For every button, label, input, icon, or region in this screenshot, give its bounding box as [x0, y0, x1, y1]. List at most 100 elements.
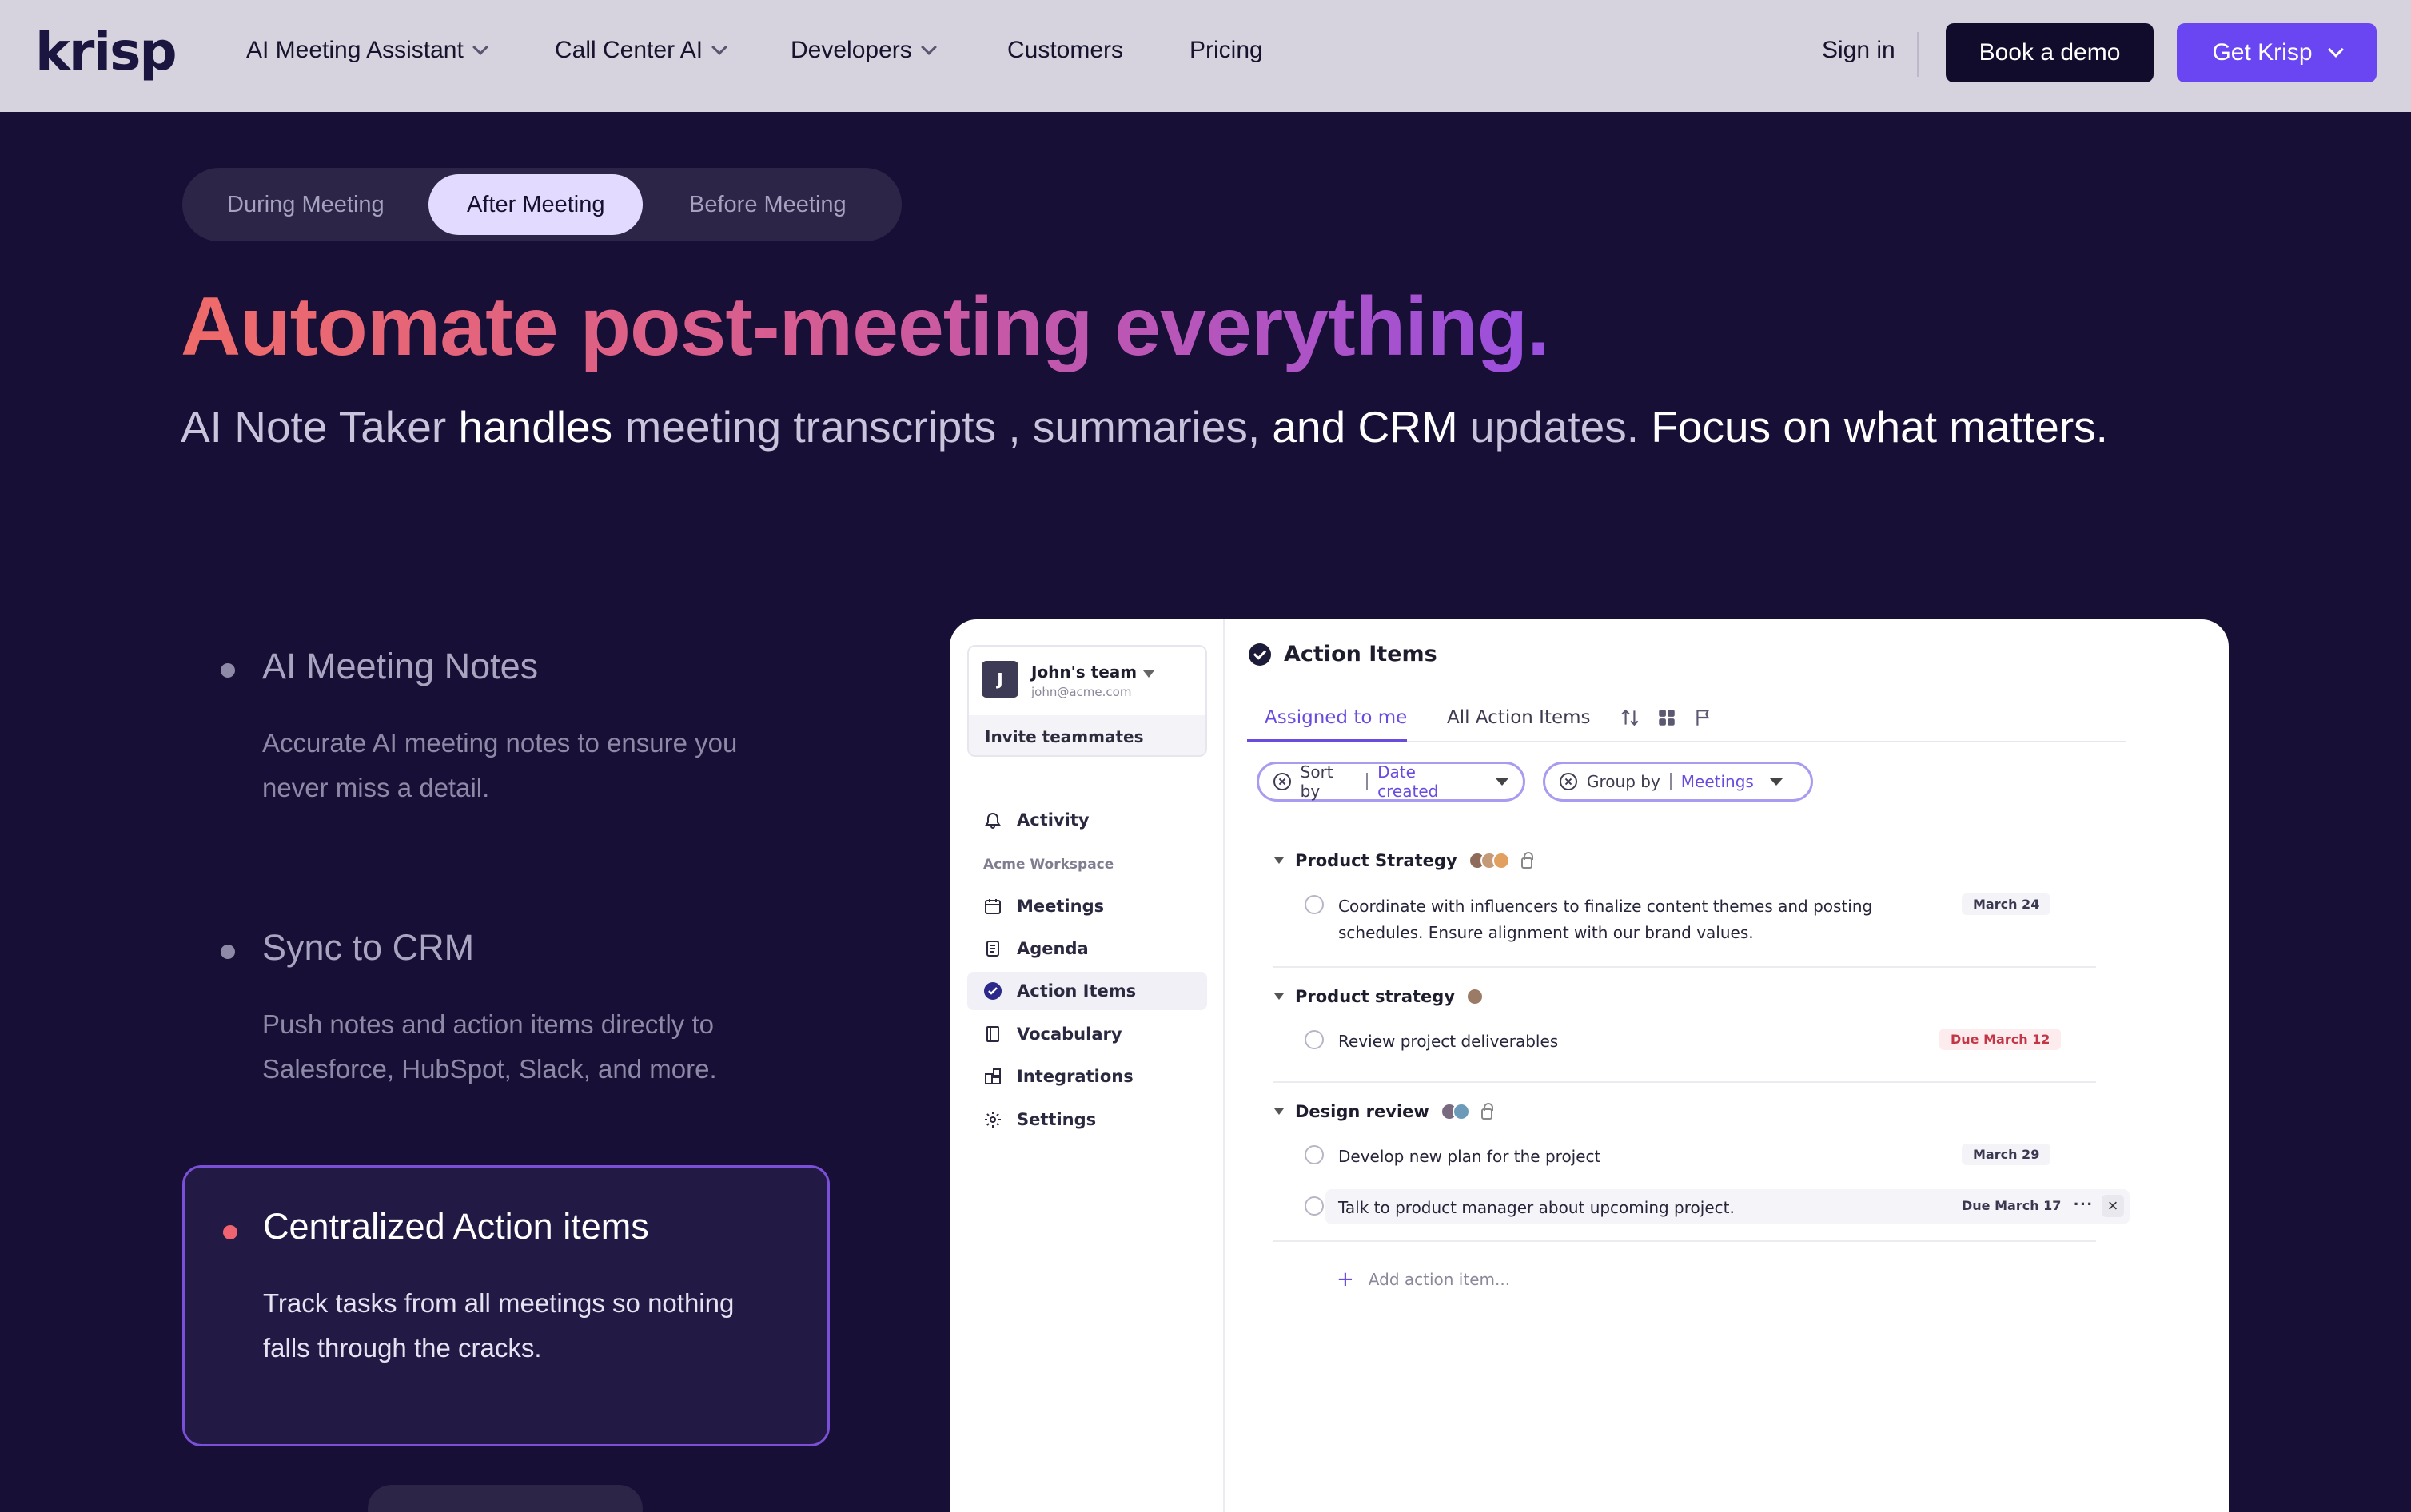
bell-icon	[983, 810, 1002, 830]
chevron-down-icon	[2327, 42, 2344, 58]
book-icon	[983, 1025, 1002, 1044]
group-header-product-strategy-2[interactable]: Product strategy	[1274, 987, 1484, 1006]
nav-ai-meeting-assistant[interactable]: AI Meeting Assistant	[246, 37, 488, 64]
collapse-triangle-icon[interactable]	[1274, 993, 1284, 1000]
subtitle-emphasis: and CRM	[1272, 402, 1458, 452]
tab-during-meeting[interactable]: During Meeting	[227, 168, 385, 241]
action-items-main: Action Items Assigned to me All Action I…	[1225, 619, 2229, 1512]
sidebar-item-agenda[interactable]: Agenda	[967, 929, 1207, 968]
complete-radio[interactable]	[1305, 1145, 1324, 1164]
filter-label: Group by	[1587, 772, 1660, 791]
participant-avatars	[1440, 1103, 1470, 1120]
check-circle-icon	[1249, 643, 1271, 666]
feature-centralized-action-items[interactable]: Centralized Action items Track tasks fro…	[182, 1165, 830, 1446]
sidebar-label: Agenda	[1017, 939, 1089, 958]
book-demo-button[interactable]: Book a demo	[1946, 23, 2154, 82]
tab-after-meeting[interactable]: After Meeting	[428, 174, 644, 235]
caret-down-icon	[1769, 778, 1783, 786]
sidebar-item-action-items[interactable]: Action Items	[967, 972, 1207, 1010]
chevron-down-icon	[711, 39, 727, 55]
subtitle-emphasis: Focus on what matters.	[1651, 402, 2108, 452]
get-krisp-label: Get Krisp	[2212, 39, 2313, 66]
sidebar-item-activity[interactable]: Activity	[967, 801, 1207, 839]
action-item-text: Develop new plan for the project	[1338, 1147, 1601, 1166]
complete-radio[interactable]	[1305, 1196, 1324, 1216]
chevron-down-icon	[920, 39, 937, 55]
add-action-item-label: Add action item...	[1368, 1270, 1511, 1289]
page-title: Action Items	[1249, 642, 1437, 666]
invite-teammates-button[interactable]: Invite teammates	[969, 715, 1206, 755]
collapse-triangle-icon[interactable]	[1274, 1108, 1284, 1115]
team-avatar: J	[982, 661, 1018, 698]
caret-down-icon	[1496, 778, 1508, 786]
lock-icon	[1520, 852, 1533, 869]
sidebar-label: Settings	[1017, 1110, 1097, 1129]
due-date-badge: March 29	[1962, 1144, 2051, 1165]
avatar	[1466, 988, 1484, 1005]
chevron-down-icon	[472, 39, 488, 55]
tab-assigned-to-me[interactable]: Assigned to me	[1265, 707, 1407, 728]
sidebar-item-settings[interactable]: Settings	[967, 1100, 1207, 1139]
sidebar-label: Activity	[1017, 810, 1090, 830]
subtitle-part: updates.	[1457, 402, 1652, 452]
nav-label: AI Meeting Assistant	[246, 37, 464, 63]
sidebar-item-activity[interactable]	[967, 1415, 1207, 1454]
participant-avatars	[1468, 852, 1510, 869]
grid-view-icon[interactable]	[1656, 707, 1677, 728]
filter-label: Sort by	[1300, 762, 1333, 801]
tab-before-meeting[interactable]: Before Meeting	[689, 168, 847, 241]
flag-icon[interactable]	[1693, 707, 1714, 728]
nav-customers[interactable]: Customers	[1007, 37, 1123, 64]
close-icon[interactable]: ×	[2102, 1195, 2124, 1217]
subtitle-emphasis: handles	[458, 402, 613, 452]
sidebar-label: Action Items	[1017, 981, 1137, 1001]
group-header-design-review[interactable]: Design review	[1274, 1102, 1493, 1121]
sort-by-filter[interactable]: Sort by Date created	[1257, 762, 1525, 802]
sort-arrows-icon[interactable]	[1620, 707, 1640, 728]
feature-title: AI Meeting Notes	[262, 646, 539, 686]
gear-icon	[983, 1110, 1002, 1129]
tab-all-action-items[interactable]: All Action Items	[1447, 707, 1591, 728]
more-options-icon[interactable]: ···	[2074, 1194, 2094, 1215]
nav-label: Pricing	[1190, 37, 1263, 63]
get-krisp-button[interactable]: Get Krisp	[2177, 23, 2377, 82]
bullet-dot	[221, 945, 235, 959]
filter-separator	[1366, 773, 1369, 790]
nav-developers[interactable]: Developers	[791, 37, 937, 64]
clear-icon[interactable]	[1560, 773, 1577, 790]
plus-icon: +	[1337, 1267, 1354, 1291]
page-title-text: Action Items	[1284, 642, 1437, 666]
group-name: Product strategy	[1295, 987, 1456, 1006]
feature-text: Track tasks from all meetings so nothing…	[263, 1288, 735, 1363]
clear-icon[interactable]	[1273, 773, 1291, 790]
filter-value: Meetings	[1680, 772, 1754, 791]
subtitle-part: AI Note Taker	[181, 402, 459, 452]
complete-radio[interactable]	[1305, 895, 1324, 914]
collapse-triangle-icon[interactable]	[1274, 857, 1284, 864]
group-divider	[1273, 1081, 2096, 1083]
nav-pricing[interactable]: Pricing	[1190, 37, 1263, 64]
nav-call-center-ai[interactable]: Call Center AI	[555, 37, 727, 64]
sidebar-item-vocabulary[interactable]: Vocabulary	[967, 1015, 1207, 1053]
add-action-item-button[interactable]: + Add action item...	[1337, 1267, 1510, 1291]
group-header-product-strategy[interactable]: Product Strategy	[1274, 851, 1533, 870]
document-icon	[983, 939, 1002, 958]
calendar-icon	[983, 897, 1002, 916]
group-divider	[1273, 966, 2096, 968]
group-by-filter[interactable]: Group by Meetings	[1543, 762, 1813, 802]
feature-title: Sync to CRM	[262, 927, 475, 968]
caret-down-icon	[1143, 670, 1154, 678]
nav-label: Customers	[1007, 37, 1124, 63]
sign-in-link[interactable]: Sign in	[1822, 37, 1895, 64]
complete-radio[interactable]	[1305, 1030, 1324, 1049]
sidebar-item-meetings[interactable]: Meetings	[967, 887, 1207, 925]
bullet-dot	[221, 663, 235, 678]
filter-separator	[1669, 773, 1672, 790]
puzzle-icon	[983, 1067, 1002, 1086]
top-nav: krisp AI Meeting Assistant Call Center A…	[0, 0, 2411, 112]
partially-visible-button[interactable]	[368, 1485, 643, 1512]
team-switcher[interactable]: J John's team john@acme.com Invite teamm…	[967, 645, 1207, 757]
action-item-text: Talk to product manager about upcoming p…	[1338, 1198, 1735, 1217]
sidebar-item-integrations[interactable]: Integrations	[967, 1057, 1207, 1096]
krisp-logo[interactable]: krisp	[35, 21, 177, 82]
